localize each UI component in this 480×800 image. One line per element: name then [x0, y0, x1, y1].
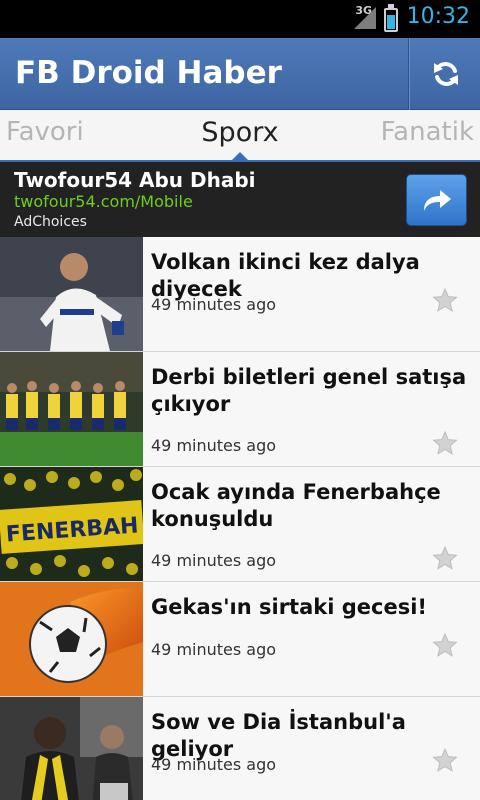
ad-choices-label[interactable]: AdChoices [14, 214, 87, 230]
news-headline[interactable]: Gekas'ın sirtaki gecesi! [151, 594, 475, 621]
status-clock: 10:32 [406, 4, 470, 29]
team-lineup-photo [0, 352, 143, 466]
signal-icon [354, 7, 376, 29]
news-item[interactable]: Sow ve Dia İstanbul'a geliyor 49 minutes… [0, 697, 480, 800]
status-bar: 3G 10:32 [0, 0, 480, 38]
news-item[interactable]: Volkan ikinci kez dalya diyecek 49 minut… [0, 237, 480, 352]
star-icon[interactable] [432, 545, 458, 571]
ad-open-button[interactable] [406, 174, 467, 226]
action-bar: FB Droid Haber [0, 38, 480, 110]
news-headline[interactable]: Derbi biletleri genel satışa çıkıyor [151, 364, 475, 418]
news-headline[interactable]: Ocak ayında Fenerbahçe konuşuldu [151, 479, 475, 533]
news-item[interactable]: FENERBAH Ocak ayında Fenerbahçe konuşuld… [0, 467, 480, 582]
airport-fans-photo [0, 697, 143, 800]
star-icon[interactable] [432, 430, 458, 456]
fireball-soccer-photo [0, 582, 143, 696]
news-item[interactable]: Gekas'ın sirtaki gecesi! 49 minutes ago [0, 582, 480, 697]
refresh-button[interactable] [411, 38, 480, 110]
news-time: 49 minutes ago [151, 551, 277, 570]
news-time: 49 minutes ago [151, 640, 277, 659]
news-item[interactable]: Derbi biletleri genel satışa çıkıyor 49 … [0, 352, 480, 467]
action-bar-divider [408, 38, 410, 110]
share-arrow-icon [423, 190, 451, 211]
refresh-icon [433, 62, 458, 86]
news-list: Volkan ikinci kez dalya diyecek 49 minut… [0, 237, 480, 800]
ad-banner[interactable]: Twofour54 Abu Dhabi twofour54.com/Mobile… [0, 162, 480, 237]
app-title: FB Droid Haber [15, 55, 282, 91]
news-time: 49 minutes ago [151, 295, 277, 314]
star-icon[interactable] [432, 632, 458, 658]
star-icon[interactable] [432, 747, 458, 773]
ad-url[interactable]: twofour54.com/Mobile [14, 192, 193, 211]
tab-indicator-pointer [230, 152, 250, 162]
star-icon[interactable] [432, 287, 458, 313]
fenerbahce-fans-photo: FENERBAH [0, 467, 143, 581]
news-time: 49 minutes ago [151, 755, 277, 774]
tab-strip: Favori Sporx Fanatik [0, 110, 480, 162]
battery-icon [384, 4, 398, 32]
tab-fanatik[interactable]: Fanatik [381, 117, 474, 147]
ad-title[interactable]: Twofour54 Abu Dhabi [14, 168, 256, 192]
news-time: 49 minutes ago [151, 436, 277, 455]
goalkeeper-photo [0, 237, 143, 351]
